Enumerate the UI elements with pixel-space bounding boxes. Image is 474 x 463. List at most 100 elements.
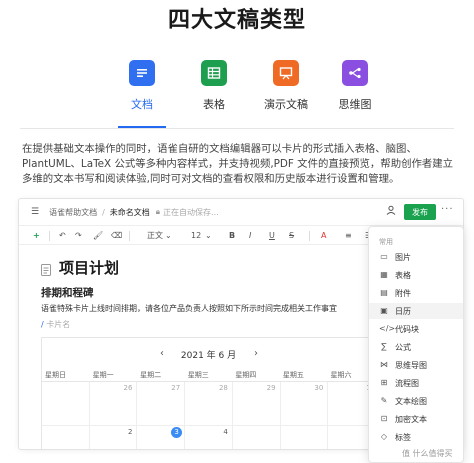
insert-image[interactable]: ▭ 图片 bbox=[369, 249, 463, 265]
insert-table[interactable]: ▦ 表格 bbox=[369, 267, 463, 283]
clear-format-icon[interactable]: ⌫ bbox=[111, 230, 122, 242]
feature-description: 在提供基础文本操作的同时，语雀自研的文档编辑器可以卡片的形式插入表格、脑图、Pl… bbox=[22, 143, 454, 185]
calendar-day[interactable]: 27 bbox=[137, 382, 186, 425]
card-name-input[interactable]: / 卡片名 bbox=[41, 319, 70, 330]
slash-prefix: / bbox=[41, 320, 44, 329]
calendar-card: 2021 年 6 月 ‹ › 星期日 星期一 星期二 星期三 星期四 星期五 星… bbox=[41, 337, 376, 449]
format-painter-icon[interactable]: 🖌︎ bbox=[93, 230, 103, 242]
card-name-placeholder: 卡片名 bbox=[46, 320, 71, 329]
tab-document[interactable]: 文档 bbox=[110, 60, 174, 112]
calendar-day[interactable] bbox=[42, 426, 90, 449]
table-icon: ▦ bbox=[380, 270, 388, 279]
insert-flowchart[interactable]: ⊞ 流程图 bbox=[369, 375, 463, 391]
tab-sheet[interactable]: 表格 bbox=[182, 60, 246, 112]
calendar-grid: 26 27 28 29 30 1 2 3 4 bbox=[42, 382, 375, 449]
calendar-day-today[interactable]: 3 bbox=[137, 426, 186, 449]
site-watermark: 值 什么值得买 bbox=[402, 449, 453, 458]
next-month-button[interactable]: › bbox=[254, 348, 258, 359]
mindmap-icon bbox=[342, 60, 368, 86]
weekday-label: 星期二 bbox=[140, 371, 162, 379]
insert-encrypted-text[interactable]: ⊡ 加密文本 bbox=[369, 411, 463, 427]
user-icon[interactable] bbox=[386, 205, 396, 217]
save-status: 正在自动保存... bbox=[163, 207, 219, 217]
menu-icon[interactable]: ☰ bbox=[31, 207, 39, 217]
document-icon bbox=[129, 60, 155, 86]
calendar-month: 2021 年 6 月 bbox=[180, 351, 237, 361]
calendar-week-row: 26 27 28 29 30 1 bbox=[42, 382, 375, 426]
active-tab-indicator bbox=[118, 126, 166, 128]
insert-mindmap[interactable]: ⋈ 思维导图 bbox=[369, 357, 463, 373]
doc-name[interactable]: 未命名文档 bbox=[110, 207, 150, 218]
calendar-day[interactable]: 2 bbox=[90, 426, 138, 449]
toolbar-divider bbox=[309, 231, 310, 241]
mindmap-icon: ⋈ bbox=[380, 360, 388, 369]
weekday-label: 星期四 bbox=[235, 371, 257, 379]
calendar-day[interactable]: 26 bbox=[90, 382, 138, 425]
calendar-day[interactable]: 4 bbox=[185, 426, 233, 449]
calendar-icon: ▣ bbox=[380, 306, 388, 315]
tab-label: 表格 bbox=[203, 98, 225, 111]
paragraph-style-select[interactable]: 正文 bbox=[147, 230, 163, 242]
table-icon bbox=[201, 60, 227, 86]
tab-mindmap[interactable]: 思维图 bbox=[323, 60, 387, 112]
chevron-down-icon[interactable]: ⌄ bbox=[205, 230, 212, 242]
underline-button[interactable]: U bbox=[269, 230, 275, 242]
weekday-label: 星期五 bbox=[282, 371, 304, 379]
align-button[interactable]: ≡ bbox=[345, 230, 352, 242]
page-title: 四大文稿类型 bbox=[167, 8, 306, 33]
insert-code-block[interactable]: </> 代码块 bbox=[369, 321, 463, 337]
text-drawing-icon: ✎ bbox=[380, 396, 388, 405]
attachment-icon: ▤ bbox=[380, 288, 388, 297]
doc-title[interactable]: 项目计划 bbox=[59, 257, 119, 278]
toolbar-divider bbox=[49, 231, 50, 241]
breadcrumb[interactable]: 语雀帮助文档 bbox=[49, 207, 97, 218]
weekday-label: 星期三 bbox=[187, 371, 209, 379]
document-icon bbox=[41, 261, 51, 280]
calendar-day[interactable]: 29 bbox=[233, 382, 281, 425]
presentation-icon bbox=[273, 60, 299, 86]
editor-topbar: ☰ 语雀帮助文档 / 未命名文档 🔒︎ 正在自动保存... 发布 ··· bbox=[19, 199, 463, 225]
insert-formula[interactable]: ∑ 公式 bbox=[369, 339, 463, 355]
insert-calendar[interactable]: ▣ 日历 bbox=[369, 303, 463, 319]
tab-label: 演示文稿 bbox=[264, 98, 308, 111]
breadcrumb-separator: / bbox=[102, 207, 105, 217]
calendar-day[interactable] bbox=[42, 382, 90, 425]
chevron-down-icon[interactable]: ⌄ bbox=[165, 230, 172, 242]
font-color-button[interactable]: A bbox=[321, 230, 326, 242]
italic-button[interactable]: I bbox=[249, 230, 251, 242]
tag-icon: ◇ bbox=[380, 432, 388, 441]
font-size-select[interactable]: 12 bbox=[191, 230, 201, 242]
undo-icon[interactable]: ↶ bbox=[59, 230, 66, 242]
doc-type-tabs: 文档 表格 演示文稿 思维图 bbox=[0, 60, 474, 130]
insert-attachment[interactable]: ▤ 附件 bbox=[369, 285, 463, 301]
insert-menu: 常用 ▭ 图片 ▦ 表格 ▤ 附件 ▣ 日历 </> 代码块 ∑ 公式 ⋈ 思维导图 ⊞ 流程图… bbox=[368, 226, 464, 463]
insert-text-drawing[interactable]: ✎ 文本绘图 bbox=[369, 393, 463, 409]
calendar-day[interactable] bbox=[281, 426, 329, 449]
weekday-label: 星期日 bbox=[45, 371, 66, 379]
section-text[interactable]: 语雀特殊卡片上线时间排期，请各位产品负责人按照如下所示时间完成相关工作事宜 bbox=[41, 303, 337, 314]
calendar-day[interactable] bbox=[233, 426, 281, 449]
more-options-icon[interactable]: ··· bbox=[441, 204, 454, 215]
insert-button[interactable]: + bbox=[33, 230, 40, 242]
calendar-day[interactable]: 28 bbox=[185, 382, 233, 425]
tabs-divider bbox=[20, 128, 454, 129]
calendar-weekdays: 星期日 星期一 星期二 星期三 星期四 星期五 星期六 bbox=[42, 370, 375, 382]
redo-icon[interactable]: ↷ bbox=[75, 230, 82, 242]
bold-button[interactable]: B bbox=[229, 230, 235, 242]
tab-presentation[interactable]: 演示文稿 bbox=[254, 60, 318, 112]
strikethrough-button[interactable]: S bbox=[289, 230, 294, 242]
lock-icon: 🔒︎ bbox=[155, 207, 161, 216]
toolbar-divider bbox=[129, 231, 130, 241]
calendar-header: 2021 年 6 月 ‹ › bbox=[42, 348, 375, 362]
calendar-day[interactable]: 30 bbox=[281, 382, 329, 425]
section-heading[interactable]: 排期和程碑 bbox=[41, 285, 94, 300]
lock-icon: ⊡ bbox=[380, 414, 388, 423]
formula-icon: ∑ bbox=[381, 342, 387, 351]
calendar-week-row: 2 3 4 bbox=[42, 426, 375, 449]
flowchart-icon: ⊞ bbox=[380, 378, 388, 387]
insert-tag[interactable]: ◇ 标签 bbox=[369, 429, 463, 445]
publish-button[interactable]: 发布 bbox=[404, 204, 436, 220]
tab-label: 思维图 bbox=[338, 98, 372, 111]
prev-month-button[interactable]: ‹ bbox=[160, 348, 164, 359]
code-icon: </> bbox=[379, 324, 396, 333]
